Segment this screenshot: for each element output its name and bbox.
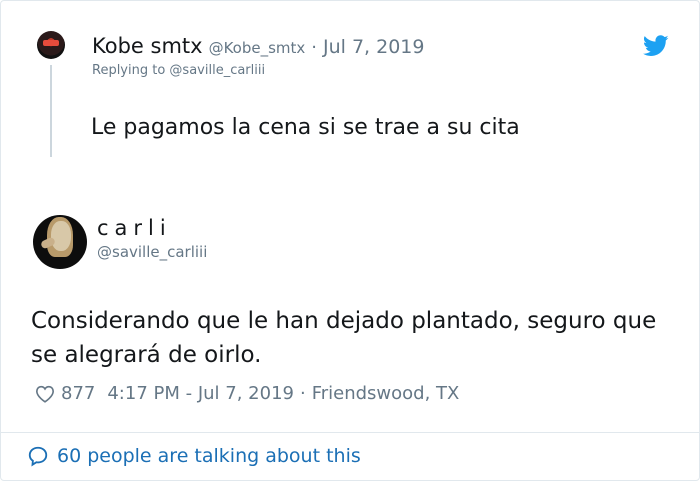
author-name[interactable]: carli [97, 216, 172, 240]
conversation-label[interactable]: 60 people are talking about this [57, 445, 361, 467]
author-avatar[interactable] [33, 215, 87, 269]
parent-tweet-header: Kobe smtx @Kobe_smtx · Jul 7, 2019 [92, 34, 425, 58]
separator-dot: · [311, 37, 317, 58]
separator-dot: · [299, 383, 306, 404]
like-count[interactable]: 877 [61, 383, 95, 404]
tweet-location[interactable]: Friendswood, TX [312, 383, 460, 404]
speech-bubble-icon [28, 446, 48, 467]
heart-icon[interactable] [35, 385, 55, 403]
tweet-text: Considerando que le han dejado plantado,… [31, 308, 657, 368]
tweet-meta-row: 877 4:17 PM - Jul 7, 2019 · Friendswood,… [35, 383, 459, 404]
author-handle[interactable]: @saville_carliii [97, 243, 207, 261]
parent-author-name[interactable]: Kobe smtx [92, 34, 203, 58]
parent-tweet-text: Le pagamos la cena si se trae a su cita [91, 115, 520, 140]
parent-tweet-date[interactable]: Jul 7, 2019 [323, 36, 425, 58]
thread-connector-line [50, 65, 52, 157]
replying-to-label[interactable]: Replying to @saville_carliii [92, 63, 265, 78]
tweet-embed-card: Kobe smtx @Kobe_smtx · Jul 7, 2019 Reply… [0, 0, 700, 481]
twitter-bird-icon[interactable] [643, 35, 669, 57]
tweet-timestamp[interactable]: 4:17 PM - Jul 7, 2019 [107, 383, 294, 404]
conversation-link[interactable]: 60 people are talking about this [27, 445, 361, 467]
footer-divider [1, 432, 700, 433]
parent-author-handle[interactable]: @Kobe_smtx [209, 39, 306, 57]
parent-author-avatar[interactable] [37, 31, 65, 59]
